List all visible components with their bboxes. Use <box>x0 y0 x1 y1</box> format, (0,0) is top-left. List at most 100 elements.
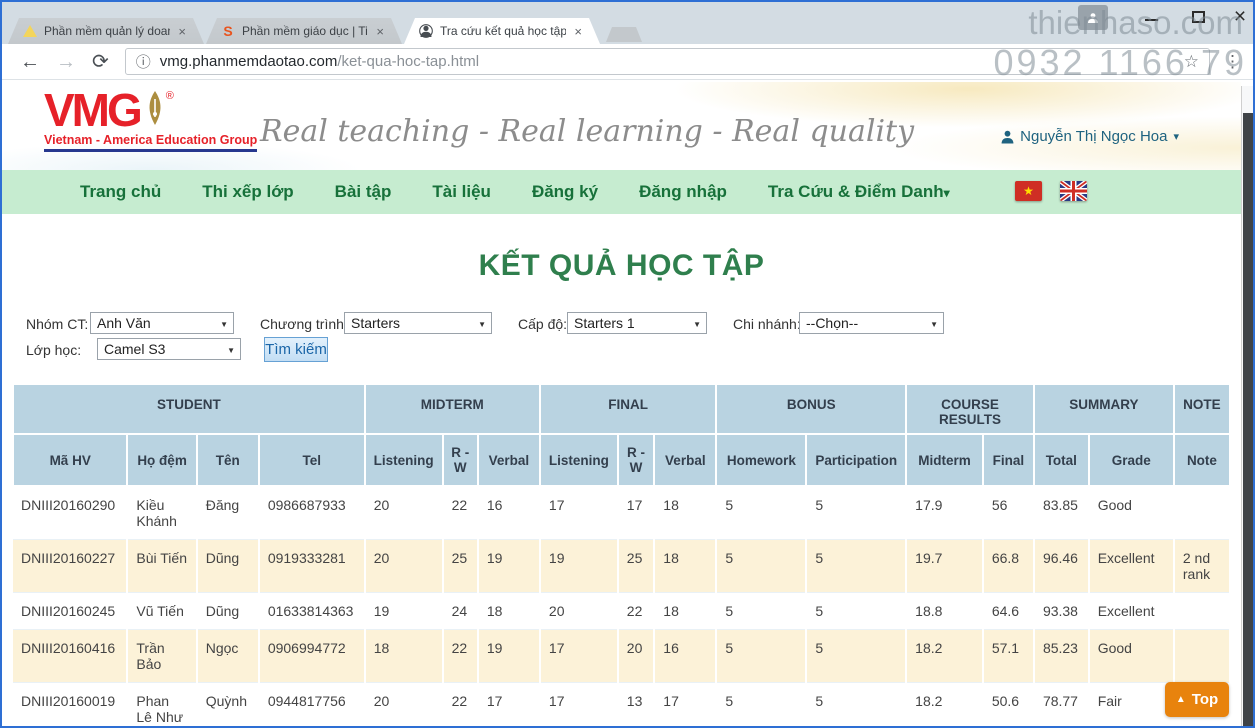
vertical-scrollbar[interactable] <box>1241 86 1253 726</box>
chevron-down-icon: ▾ <box>944 186 950 200</box>
table-cell: Đăng <box>197 486 259 540</box>
user-menu[interactable]: Nguyễn Thị Ngọc Hoa ▾ <box>1001 128 1179 145</box>
forward-icon[interactable]: → <box>56 52 76 72</box>
tab-close-icon[interactable]: × <box>176 24 188 39</box>
table-cell: 56 <box>983 486 1034 540</box>
table-cell: 20 <box>540 593 618 630</box>
refresh-icon[interactable]: ⟳ <box>92 52 109 72</box>
table-cell: 19 <box>365 593 443 630</box>
nav-item-login[interactable]: Đăng nhập <box>639 182 727 202</box>
page-info-icon[interactable]: ⓘ <box>136 51 151 72</box>
new-tab-button[interactable] <box>606 27 642 42</box>
table-cell: 18.2 <box>906 683 983 727</box>
dropdown-arrow-icon: ▼ <box>220 320 228 329</box>
tab-strip: Phần mềm quản lý doanh × S Phần mềm giáo… <box>2 2 1253 44</box>
dropdown-arrow-icon: ▼ <box>227 346 235 355</box>
browser-window: thienhaso.com 0932 1166 79 Phần mềm quản… <box>0 0 1255 728</box>
table-cell: 5 <box>806 540 906 593</box>
group-header: COURSE RESULTS <box>906 384 1034 434</box>
nhom-ct-select[interactable]: Anh Văn▼ <box>90 312 234 334</box>
table-cell: 19 <box>478 540 540 593</box>
logo-subtext: Vietnam - America Education Group <box>44 133 257 152</box>
table-cell: Kiều Khánh <box>127 486 196 540</box>
browser-menu-icon[interactable]: ⋮ <box>1224 52 1241 72</box>
column-header: Final <box>983 434 1034 486</box>
table-cell: Bùi Tiến <box>127 540 196 593</box>
close-window-button[interactable]: × <box>1227 4 1253 30</box>
column-header: R - W <box>443 434 478 486</box>
browser-tab-1[interactable]: Phần mềm quản lý doanh × <box>8 18 204 44</box>
table-cell: 0986687933 <box>259 486 365 540</box>
column-header: Homework <box>716 434 806 486</box>
group-header: STUDENT <box>13 384 365 434</box>
column-header-row: Mã HVHọ đệmTênTelListeningR - WVerbalLis… <box>13 434 1230 486</box>
table-cell: 83.85 <box>1034 486 1089 540</box>
table-cell: 22 <box>443 486 478 540</box>
table-cell: Good <box>1089 486 1174 540</box>
search-button[interactable]: Tìm kiếm <box>264 337 328 362</box>
nav-item-home[interactable]: Trang chủ <box>80 182 161 202</box>
profile-avatar-button[interactable] <box>1078 5 1108 30</box>
nav-item-placement-test[interactable]: Thi xếp lớp <box>202 182 293 202</box>
window-controls: × <box>1063 2 1253 32</box>
vmg-logo[interactable]: VMG ® Vietnam - America Education Group <box>44 88 257 152</box>
table-cell: Good <box>1089 630 1174 683</box>
table-cell: 17 <box>478 683 540 727</box>
results-table-wrap: STUDENTMIDTERMFINALBONUSCOURSE RESULTSSU… <box>12 383 1231 726</box>
table-cell: 50.6 <box>983 683 1034 727</box>
slogan-text: Real teaching - Real learning - Real qua… <box>260 114 914 149</box>
tab-close-icon[interactable]: × <box>374 24 386 39</box>
table-cell: DNIII20160245 <box>13 593 127 630</box>
browser-tab-2[interactable]: S Phần mềm giáo dục | Tiế × <box>206 18 402 44</box>
nav-item-register[interactable]: Đăng ký <box>532 182 598 202</box>
table-cell: 22 <box>443 630 478 683</box>
browser-tab-3-active[interactable]: Tra cứu kết quả học tập × <box>404 18 600 44</box>
column-header: Mã HV <box>13 434 127 486</box>
group-header: BONUS <box>716 384 906 434</box>
table-cell: 20 <box>618 630 655 683</box>
table-cell: 5 <box>716 540 806 593</box>
lop-hoc-select[interactable]: Camel S3▼ <box>97 338 241 360</box>
scrollbar-thumb[interactable] <box>1243 113 1253 726</box>
bookmark-star-icon[interactable]: ☆ <box>1184 52 1199 72</box>
table-cell: 17.9 <box>906 486 983 540</box>
table-cell: DNIII20160290 <box>13 486 127 540</box>
registered-mark: ® <box>166 90 174 102</box>
nav-item-homework[interactable]: Bài tập <box>335 182 392 202</box>
table-cell: 5 <box>716 630 806 683</box>
table-cell: 17 <box>540 630 618 683</box>
back-to-top-button[interactable]: ▲ Top <box>1165 682 1229 717</box>
maximize-button[interactable] <box>1192 11 1205 23</box>
table-cell: Excellent <box>1089 540 1174 593</box>
minimize-button[interactable] <box>1145 19 1158 21</box>
table-cell: Dũng <box>197 540 259 593</box>
address-bar[interactable]: ⓘ vmg.phanmemdaotao.com/ket-qua-hoc-tap.… <box>125 48 1210 75</box>
table-cell: 57.1 <box>983 630 1034 683</box>
uk-flag-icon[interactable] <box>1060 181 1087 201</box>
tab-close-icon[interactable]: × <box>572 24 584 39</box>
chi-nhanh-label: Chi nhánh: <box>733 316 801 332</box>
table-cell: Ngọc <box>197 630 259 683</box>
chi-nhanh-select[interactable]: --Chọn--▼ <box>799 312 944 334</box>
table-cell: 22 <box>618 593 655 630</box>
table-cell: 18 <box>654 540 716 593</box>
table-cell: 5 <box>806 486 906 540</box>
vietnam-flag-icon[interactable]: ★ <box>1015 181 1042 201</box>
nav-item-lookup-attendance[interactable]: Tra Cứu & Điểm Danh▾ <box>768 182 950 202</box>
warning-triangle-icon <box>22 23 38 39</box>
table-cell: 93.38 <box>1034 593 1089 630</box>
nhom-ct-label: Nhóm CT: <box>26 316 88 332</box>
nav-item-documents[interactable]: Tài liệu <box>432 182 491 202</box>
table-cell: 01633814363 <box>259 593 365 630</box>
table-cell: 24 <box>443 593 478 630</box>
column-header: Participation <box>806 434 906 486</box>
lop-hoc-label: Lớp học: <box>26 342 81 358</box>
url-path: /ket-qua-hoc-tap.html <box>337 53 479 70</box>
group-header-row: STUDENTMIDTERMFINALBONUSCOURSE RESULTSSU… <box>13 384 1230 434</box>
table-cell: 0919333281 <box>259 540 365 593</box>
table-cell: 18 <box>478 593 540 630</box>
table-cell: 17 <box>540 683 618 727</box>
cap-do-select[interactable]: Starters 1▼ <box>567 312 707 334</box>
chuong-trinh-select[interactable]: Starters▼ <box>344 312 492 334</box>
back-icon[interactable]: ← <box>20 52 40 72</box>
